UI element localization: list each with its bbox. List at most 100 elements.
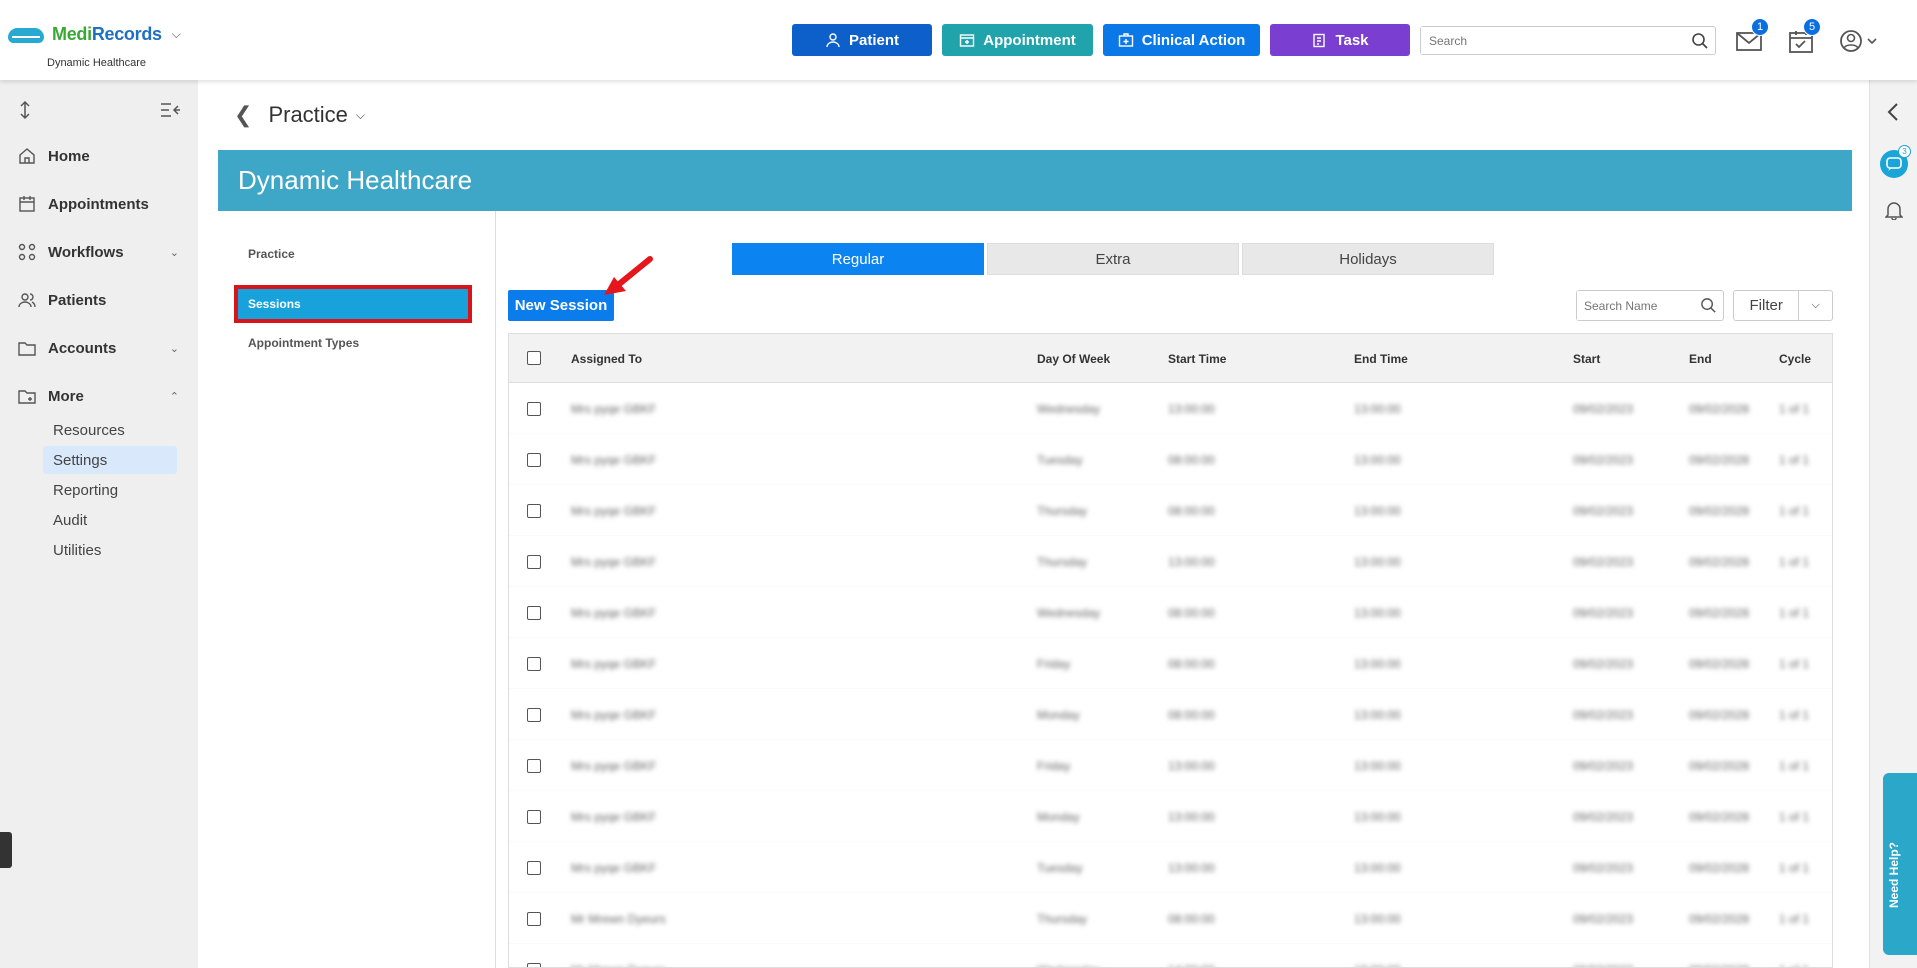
table-row[interactable]: Mrs pyqe GBKF Wednesday 13:00:00 13:00:00 09… — [509, 383, 1832, 434]
table-cell: 09/02/2028 — [1689, 657, 1750, 671]
chevron-down-icon[interactable]: ⌵ — [1799, 299, 1832, 312]
row-checkbox[interactable] — [527, 555, 541, 569]
practice-banner: Dynamic Healthcare — [218, 150, 1852, 211]
table-row[interactable]: Mr Mrewn Dyeurs Thursday 08:00:00 13:00:00 0… — [509, 893, 1832, 944]
table-cell: 13:00:00 — [1354, 453, 1401, 467]
row-checkbox[interactable] — [527, 606, 541, 620]
table-cell: 1 of 1 — [1779, 402, 1810, 416]
row-checkbox[interactable] — [527, 504, 541, 518]
sidebar-item-home[interactable]: Home — [18, 142, 183, 170]
row-checkbox[interactable] — [527, 453, 541, 467]
sidebar-subitem-audit[interactable]: Audit — [43, 506, 177, 534]
row-checkbox[interactable] — [527, 759, 541, 773]
patient-button[interactable]: Patient — [792, 24, 932, 56]
chevron-down-icon[interactable]: ⌵ — [172, 27, 181, 42]
table-cell: 09/02/2028 — [1689, 555, 1750, 569]
chevron-down-icon[interactable]: ⌵ — [356, 108, 365, 123]
collapse-sidebar-icon[interactable] — [160, 102, 180, 118]
table-row[interactable]: Mrs pyqe GBKF Monday 08:00:00 13:00:00 09/02… — [509, 689, 1832, 740]
search-icon[interactable] — [1700, 297, 1717, 314]
table-cell: 13:00:00 — [1168, 555, 1215, 569]
table-cell: Thursday — [1037, 912, 1088, 926]
table-cell: 13:00:00 — [1354, 810, 1401, 824]
chevron-left-icon[interactable] — [1886, 102, 1900, 122]
row-checkbox[interactable] — [527, 708, 541, 722]
app-logo[interactable]: MediRecords ⌵ — [8, 24, 181, 45]
sidebar-item-workflows[interactable]: Workflows ⌄ — [18, 238, 183, 266]
sidebar-item-appointments[interactable]: Appointments — [18, 190, 183, 218]
search-name-input[interactable] — [1577, 291, 1692, 320]
col-cycle[interactable]: Cycle — [1779, 352, 1811, 366]
chevron-down-icon[interactable]: ⌄ — [170, 246, 179, 259]
tasks-calendar-icon[interactable]: 5 — [1787, 18, 1821, 54]
table-cell: 1 of 1 — [1779, 810, 1810, 824]
table-cell: Monday — [1037, 810, 1080, 824]
sidebar-subitem-settings[interactable]: Settings — [43, 446, 177, 474]
need-help-label: Need Help? — [1887, 841, 1901, 908]
brand-name: MediRecords — [52, 24, 162, 44]
page-title[interactable]: Practice — [268, 102, 347, 128]
tab-holidays[interactable]: Holidays — [1242, 243, 1494, 275]
table-cell: 09/02/2023 — [1573, 453, 1634, 467]
settings-nav-appointment-types[interactable]: Appointment Types — [248, 336, 359, 350]
table-row[interactable]: Mr Mrewn Dyeurs Wednesday 14:00:00 18:00:00… — [509, 944, 1832, 967]
row-checkbox[interactable] — [527, 402, 541, 416]
table-row[interactable]: Mrs pyqe GBKF Wednesday 08:00:00 13:00:00 09… — [509, 587, 1832, 638]
table-cell: 09/02/2023 — [1573, 759, 1634, 773]
table-cell: 13:00:00 — [1354, 708, 1401, 722]
col-day-of-week[interactable]: Day Of Week — [1037, 352, 1110, 366]
calendar-icon — [19, 196, 35, 212]
chat-icon[interactable]: 3 — [1880, 145, 1911, 178]
need-help-tab[interactable]: Need Help? — [1883, 773, 1917, 955]
sidebar-item-accounts[interactable]: Accounts ⌄ — [18, 334, 183, 362]
table-row[interactable]: Mrs pyqe GBKF Friday 13:00:00 13:00:00 09/02… — [509, 740, 1832, 791]
table-row[interactable]: Mrs pyqe GBKF Tuesday 08:00:00 13:00:00 09/0… — [509, 434, 1832, 485]
table-cell: Monday — [1037, 708, 1080, 722]
global-search-input[interactable] — [1421, 27, 1671, 54]
sidebar-subitem-resources[interactable]: Resources — [43, 416, 177, 444]
table-cell: Mrs pyqe GBKF — [571, 504, 657, 518]
chevron-up-icon[interactable]: ⌃ — [170, 390, 179, 403]
col-end-time[interactable]: End Time — [1354, 352, 1408, 366]
table-row[interactable]: Mrs pyqe GBKF Monday 13:00:00 13:00:00 09/02… — [509, 791, 1832, 842]
row-checkbox[interactable] — [527, 861, 541, 875]
chevron-down-icon[interactable]: ⌄ — [170, 342, 179, 355]
sidebar-item-patients[interactable]: Patients — [18, 286, 183, 314]
col-assigned-to[interactable]: Assigned To — [571, 352, 642, 366]
sidebar-subitem-reporting[interactable]: Reporting — [43, 476, 177, 504]
filter-button[interactable]: Filter ⌵ — [1733, 290, 1833, 321]
col-start[interactable]: Start — [1573, 352, 1600, 366]
back-chevron-icon[interactable]: ❮ — [234, 102, 252, 128]
settings-nav-practice[interactable]: Practice — [248, 247, 295, 261]
task-button[interactable]: Task — [1270, 24, 1410, 56]
tab-regular[interactable]: Regular — [732, 243, 984, 275]
col-start-time[interactable]: Start Time — [1168, 352, 1226, 366]
clinical-action-button[interactable]: Clinical Action — [1103, 24, 1260, 56]
row-checkbox[interactable] — [527, 810, 541, 824]
user-account-icon[interactable] — [1838, 28, 1878, 54]
table-row[interactable]: Mrs pyqe GBKF Friday 08:00:00 13:00:00 09/02… — [509, 638, 1832, 689]
sidebar-item-more[interactable]: More ⌃ — [18, 382, 183, 410]
table-cell: 09/02/2028 — [1689, 402, 1750, 416]
col-end[interactable]: End — [1689, 352, 1712, 366]
table-row[interactable]: Mrs pyqe GBKF Thursday 08:00:00 13:00:00 09/… — [509, 485, 1832, 536]
bell-icon[interactable] — [1885, 200, 1903, 220]
org-name: Dynamic Healthcare — [47, 57, 147, 69]
row-checkbox[interactable] — [527, 963, 541, 967]
table-row[interactable]: Mrs pyqe GBKF Tuesday 13:00:00 13:00:00 09/0… — [509, 842, 1832, 893]
table-cell: Mr Mrewn Dyeurs — [571, 963, 666, 967]
row-checkbox[interactable] — [527, 657, 541, 671]
row-checkbox[interactable] — [527, 912, 541, 926]
new-session-button[interactable]: New Session — [508, 290, 614, 321]
tab-extra[interactable]: Extra — [987, 243, 1239, 275]
table-row[interactable]: Mrs pyqe GBKF Thursday 13:00:00 13:00:00 09/… — [509, 536, 1832, 587]
appointment-button[interactable]: Appointment — [942, 24, 1093, 56]
expand-vertical-icon[interactable] — [18, 100, 32, 120]
settings-nav-sessions[interactable]: Sessions — [234, 285, 472, 323]
select-all-checkbox[interactable] — [527, 351, 541, 365]
mail-icon[interactable]: 1 — [1735, 18, 1769, 54]
name-search — [1576, 290, 1724, 321]
sidebar-subitem-utilities[interactable]: Utilities — [43, 536, 177, 564]
left-edge-tab[interactable] — [0, 832, 12, 868]
search-icon[interactable] — [1691, 32, 1709, 50]
